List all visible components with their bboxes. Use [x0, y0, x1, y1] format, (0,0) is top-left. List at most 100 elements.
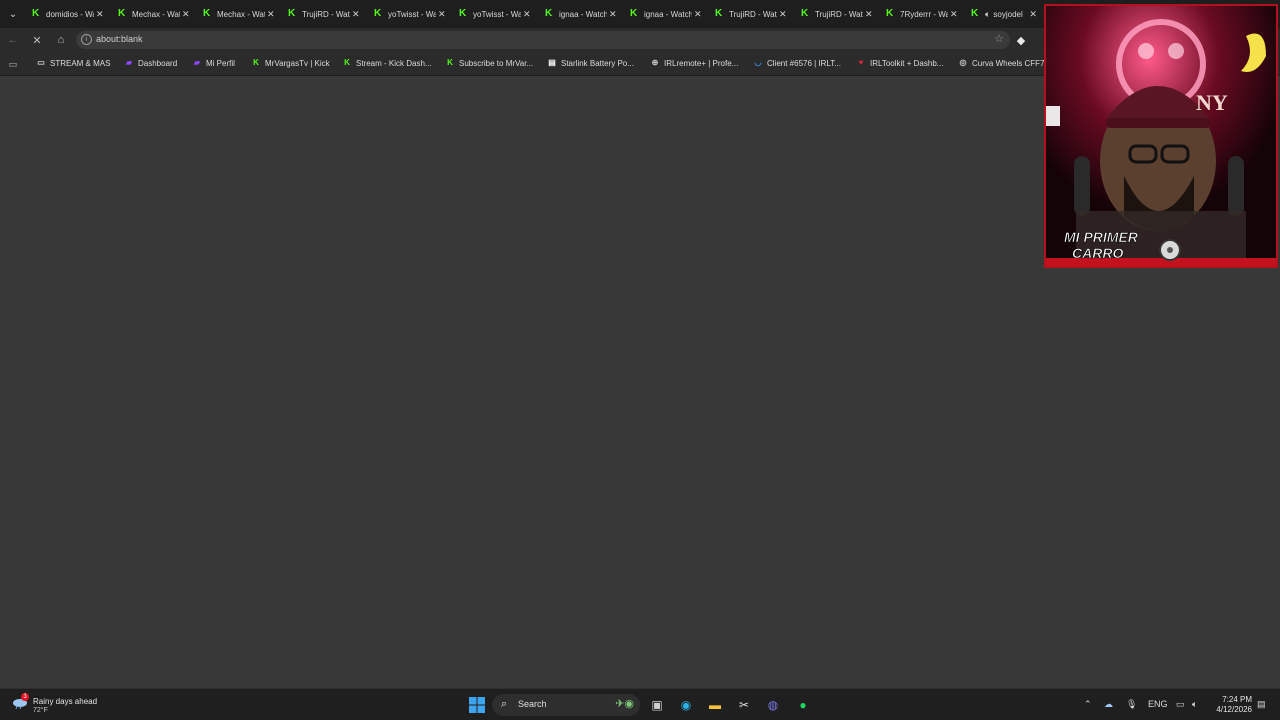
tab-close-icon[interactable]: ✕: [182, 9, 190, 20]
tab-close-icon[interactable]: ✕: [779, 9, 787, 20]
notifications-icon[interactable]: ▤: [1257, 699, 1266, 710]
tab-label: ignaa - Watch: [644, 9, 692, 19]
bookmark-item[interactable]: ◡ Client #6576 | IRLT...: [753, 58, 841, 68]
bookmark-label: Subscribe to MrVar...: [459, 58, 534, 68]
tab-close-icon[interactable]: ✕: [1029, 9, 1037, 20]
tab[interactable]: K Mechax - Watch ✕: [112, 2, 190, 26]
search-highlight-icon: ✈︎◉: [615, 698, 634, 710]
kick-icon: K: [886, 8, 894, 19]
twitch-icon: ▰: [125, 58, 133, 67]
capture-app-icon[interactable]: ✂︎: [735, 696, 753, 714]
volume-icon[interactable]: 🔈︎: [1192, 699, 1197, 710]
speaker-icon[interactable]: 🔈︎: [985, 9, 990, 20]
bookmark-label: Stream - Kick Dash...: [356, 58, 432, 68]
webcam-caption-line2: CARRO: [1072, 245, 1123, 261]
bookmark-item[interactable]: K Subscribe to MrVar...: [445, 58, 533, 68]
favorite-star-icon[interactable]: ☆: [994, 32, 1004, 45]
bookmark-item[interactable]: K Stream - Kick Dash...: [342, 58, 432, 68]
tab-label: yoTwisst - Watch: [388, 9, 436, 19]
weather-title: Rainy days ahead: [33, 697, 98, 706]
globe-icon: ⊕: [651, 58, 659, 67]
page-icon: ▤: [548, 58, 556, 67]
tab[interactable]: K yoTwisst - Watch ✕: [368, 2, 446, 26]
tab-close-icon[interactable]: ✕: [950, 9, 958, 20]
kick-icon: K: [118, 8, 126, 19]
taskbar-search[interactable]: ⌕ Search ✈︎◉: [492, 694, 640, 716]
bookmark-item[interactable]: ⊕ IRLremote+ | Profe...: [650, 58, 739, 68]
discord-icon[interactable]: ◍: [764, 696, 782, 714]
bookmark-item[interactable]: ▰ Dashboard: [124, 58, 177, 68]
address-url[interactable]: about:blank: [96, 34, 143, 44]
back-arrow-icon[interactable]: ←: [5, 32, 21, 48]
bookmark-item[interactable]: ▤ Starlink Battery Po...: [547, 58, 634, 68]
client-icon: ◡: [754, 58, 762, 67]
folder-icon: ▭: [37, 58, 45, 67]
bookmark-label: Mi Perfil: [206, 58, 235, 68]
clock-time: 7:24 PM: [1222, 695, 1252, 704]
tab-close-icon[interactable]: ✕: [96, 9, 104, 20]
bookmark-item[interactable]: ▭ STREAM & MAS: [36, 58, 110, 68]
tab[interactable]: K domidios - Watch ✕: [26, 2, 104, 26]
bookmark-item[interactable]: ◎ Curva Wheels CFF76: [958, 58, 1049, 68]
bookmark-label: IRLToolkit + Dashb...: [870, 58, 944, 68]
edge-browser-icon[interactable]: ◉: [677, 696, 695, 714]
clock-date: 4/12/2026: [1216, 705, 1252, 714]
bookmark-label: Curva Wheels CFF76: [972, 58, 1049, 68]
tab[interactable]: K ignaa - Watch ✕: [539, 2, 617, 26]
bookmark-item[interactable]: K MrVargasTv | Kick: [251, 58, 330, 68]
tab[interactable]: K ignaa - Watch ✕: [624, 2, 702, 26]
tab[interactable]: K 7Ryderrr - Watch ✕: [880, 2, 958, 26]
system-clock[interactable]: 7:24 PM 4/12/2026: [1208, 695, 1252, 715]
bookmark-item[interactable]: ▰ Mi Perfil: [192, 58, 235, 68]
kick-icon: K: [32, 8, 40, 19]
file-explorer-icon[interactable]: ▬: [706, 696, 724, 714]
show-hidden-icons-icon[interactable]: ⌃: [1084, 699, 1092, 710]
microphone-icon[interactable]: 🎙︎: [1126, 699, 1137, 710]
language-indicator[interactable]: ENG: [1148, 699, 1168, 709]
task-view-icon[interactable]: ▣: [648, 696, 666, 714]
home-icon[interactable]: ⌂: [53, 32, 69, 48]
extension-icon[interactable]: ◆: [1013, 32, 1029, 48]
tab[interactable]: K TrujiRD - Watch ✕: [282, 2, 360, 26]
network-icon[interactable]: ▭: [1176, 699, 1185, 710]
streamer-webcam-image: NY MI PRIMER CARRO: [1046, 6, 1276, 266]
tab[interactable]: K TrujiRD - Watch ✕: [795, 2, 873, 26]
tab-label: yoTwisst - Watch: [473, 9, 521, 19]
webcam-caption-line1: MI PRIMER: [1064, 229, 1139, 245]
bookmark-label: Dashboard: [138, 58, 178, 68]
spotify-icon[interactable]: ●: [794, 696, 812, 714]
tab-close-icon[interactable]: ✕: [523, 9, 531, 20]
kick-icon: K: [801, 8, 809, 19]
tab-active[interactable]: K 🔈︎ soyjodel ✕: [965, 2, 1037, 26]
irltoolkit-icon: ♥: [858, 58, 864, 67]
onedrive-icon[interactable]: ☁︎: [1104, 699, 1113, 710]
tab[interactable]: K TrujiRD - Watch ✕: [709, 2, 787, 26]
windows-start-icon[interactable]: [468, 696, 486, 714]
kick-icon: K: [447, 58, 453, 67]
tab-close-icon[interactable]: ✕: [865, 9, 873, 20]
tab-close-icon[interactable]: ✕: [352, 9, 360, 20]
tab-close-icon[interactable]: ✕: [694, 9, 702, 20]
webcam-overlay: NY MI PRIMER CARRO: [1044, 4, 1278, 268]
stop-loading-icon[interactable]: ✕: [29, 32, 45, 48]
notification-badge: 3: [21, 693, 29, 701]
kick-icon: K: [203, 8, 211, 19]
tab-close-icon[interactable]: ✕: [267, 9, 275, 20]
info-icon[interactable]: i: [81, 34, 92, 45]
bookmark-label: STREAM & MAS: [50, 58, 111, 68]
tab[interactable]: K yoTwisst - Watch ✕: [453, 2, 531, 26]
windows-taskbar: 3 Rainy days ahead 72°F ⌕ Search ✈︎◉ ▣ ◉…: [0, 688, 1280, 720]
bookmark-label: IRLremote+ | Profe...: [664, 58, 739, 68]
tab-list-chevron-icon[interactable]: ⌄: [4, 5, 22, 23]
tab-label: soyjodel: [993, 9, 1023, 19]
kick-icon: K: [288, 8, 296, 19]
bookmark-label: Client #6576 | IRLT...: [767, 58, 841, 68]
bookmark-item[interactable]: ♥ IRLToolkit + Dashb...: [856, 58, 944, 68]
sidebar-toggle-icon[interactable]: ▭: [5, 56, 21, 72]
tab-close-icon[interactable]: ✕: [609, 9, 617, 20]
address-bar[interactable]: i about:blank ☆: [76, 31, 1010, 49]
tab-close-icon[interactable]: ✕: [438, 9, 446, 20]
kick-icon: K: [374, 8, 382, 19]
tab-label: TrujiRD - Watch: [302, 9, 350, 19]
tab[interactable]: K Mechax - Watch ✕: [197, 2, 275, 26]
